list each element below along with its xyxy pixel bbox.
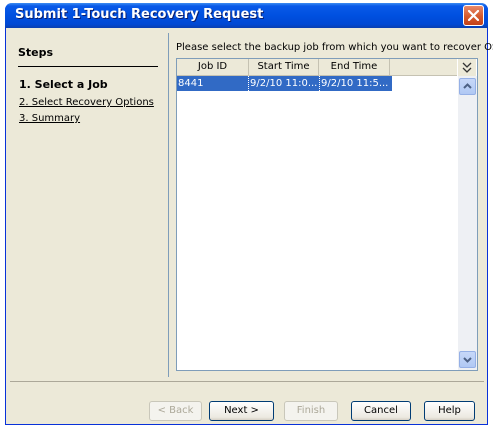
recovery-dialog: Submit 1-Touch Recovery Request Steps 1.… [5,3,493,425]
steps-panel: Steps 1. Select a Job 2. Select Recovery… [10,33,169,377]
back-button[interactable]: < Back [149,401,202,421]
footer-divider [10,381,484,382]
cell-start-time: 9/2/10 11:0... [248,76,318,91]
vertical-scrollbar[interactable] [458,76,477,370]
column-header-job-id[interactable]: Job ID [177,59,249,75]
step-select-recovery-options[interactable]: 2. Select Recovery Options [19,97,154,108]
chevron-down-icon [463,357,472,363]
scroll-down-button[interactable] [459,351,476,368]
next-button[interactable]: Next > [209,401,274,421]
steps-heading: Steps [18,46,158,67]
cell-job-id: 8441 [178,78,204,89]
column-header-end-time[interactable]: End Time [319,59,390,75]
close-icon [468,10,479,21]
close-button[interactable] [463,5,484,26]
chevron-up-icon [463,83,472,89]
scroll-up-button[interactable] [459,78,476,95]
job-selection-panel: Please select the backup job from which … [169,33,493,377]
step-summary[interactable]: 3. Summary [19,113,80,124]
instruction-text: Please select the backup job from which … [176,42,493,53]
column-header-start-time[interactable]: Start Time [249,59,319,75]
column-chooser-button[interactable] [458,59,476,76]
title-bar[interactable]: Submit 1-Touch Recovery Request [5,3,488,28]
table-row[interactable]: 8441 9/2/10 11:0... 9/2/10 11:5... [177,76,392,91]
cancel-button[interactable]: Cancel [351,401,411,421]
window-title: Submit 1-Touch Recovery Request [15,7,264,22]
step-select-job: 1. Select a Job [19,78,108,91]
double-chevron-down-icon [462,62,472,73]
finish-button[interactable]: Finish [284,401,338,421]
table-header: Job ID Start Time End Time [177,59,457,76]
help-button[interactable]: Help [424,401,475,421]
cell-end-time: 9/2/10 11:5... [319,76,392,91]
jobs-table[interactable]: Job ID Start Time End Time 8441 9/2/10 1… [176,58,478,371]
